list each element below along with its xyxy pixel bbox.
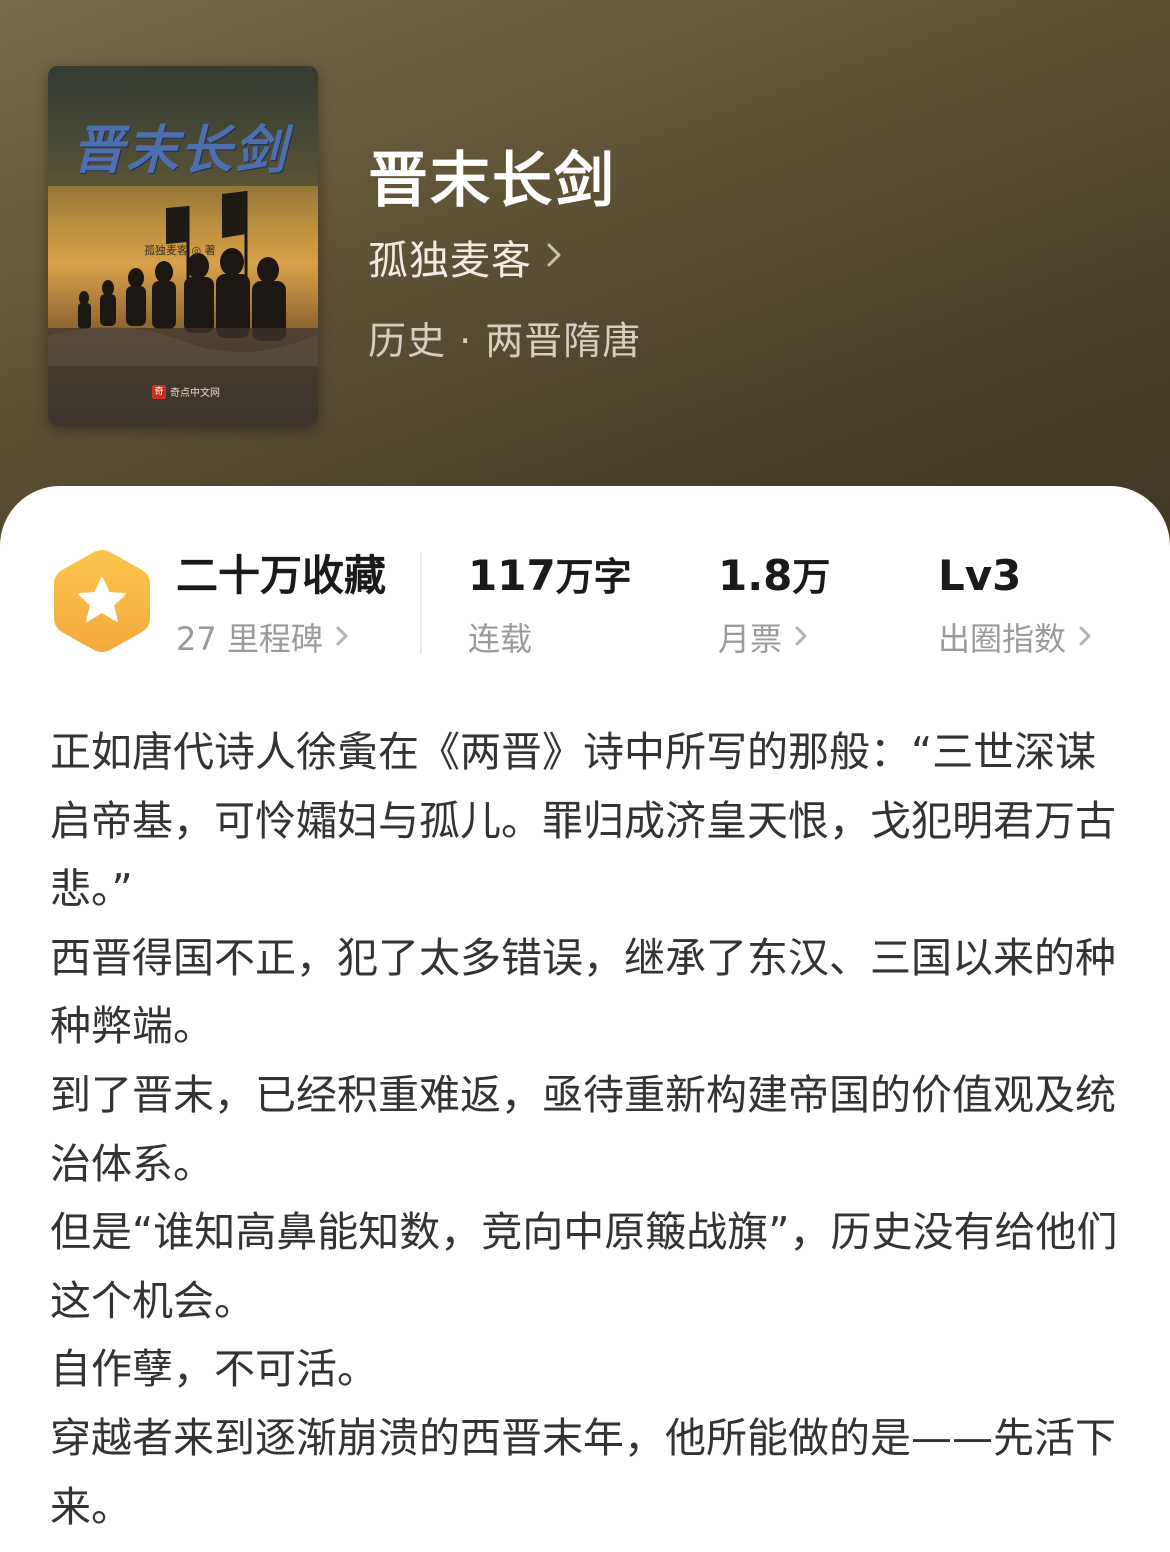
stat-words-value: 117万字: [468, 548, 632, 604]
chevron-right-icon: [335, 618, 349, 656]
author-link[interactable]: 孤独麦客: [368, 228, 562, 286]
stats-row: 二十万收藏 27 里程碑 117万字 连载 1.8万 月票 Lv3 出圈指数: [0, 486, 1170, 686]
author-name: 孤独麦客: [368, 238, 532, 284]
publisher-logo-icon: 奇: [152, 384, 166, 399]
book-genre[interactable]: 历史 · 两晋隋唐: [368, 310, 641, 365]
stat-words-label-row: 连载: [468, 614, 632, 660]
stat-collection-label: 27 里程碑: [176, 620, 323, 658]
stat-monthly-label-row: 月票: [718, 614, 830, 660]
synopsis-paragraph: 穿越者来到逐渐崩溃的西晋末年，他所能做的是——先活下来。: [50, 1413, 1116, 1531]
stat-level-label: 出圈指数: [938, 620, 1067, 658]
stat-level[interactable]: Lv3 出圈指数: [938, 548, 1092, 660]
stat-monthly-label: 月票: [718, 620, 783, 658]
cover-title: 晋末长剑: [72, 120, 289, 181]
book-title: 晋末长剑: [368, 146, 616, 216]
stat-collection-value: 二十万收藏: [176, 551, 387, 600]
book-cover[interactable]: 晋末长剑 孤独麦客 ◎ 著 奇 奇点中文网: [48, 66, 318, 426]
stat-words-unit: 万字: [555, 555, 632, 599]
star-hexagon-badge-icon[interactable]: [54, 548, 150, 658]
synopsis-paragraph: 到了晋末，已经积重难返，亟待重新构建帝国的价值观及统治体系。: [50, 1070, 1116, 1188]
stat-monthly-value: 1.8万: [718, 548, 830, 604]
book-synopsis: 正如唐代诗人徐夤在《两晋》诗中所写的那般：“三世深谋启帝基，可怜孀妇与孤儿。罪归…: [50, 718, 1130, 1541]
stats-divider: [420, 552, 422, 654]
synopsis-paragraph: 西晋得国不正，犯了太多错误，继承了东汉、三国以来的种种弊端。: [50, 933, 1116, 1051]
synopsis-paragraph: 正如唐代诗人徐夤在《两晋》诗中所写的那般：“三世深谋启帝基，可怜孀妇与孤儿。罪归…: [50, 728, 1116, 914]
stat-collection-label-row: 27 里程碑: [176, 614, 386, 660]
stat-level-value: Lv3: [938, 551, 1022, 600]
stat-words: 117万字 连载: [468, 548, 632, 660]
stat-words-number: 117: [468, 551, 556, 600]
synopsis-paragraph: 但是“谁知高鼻能知数，竞向中原簸战旗”，历史没有给他们这个机会。: [50, 1208, 1118, 1325]
book-info-card: 二十万收藏 27 里程碑 117万字 连载 1.8万 月票 Lv3 出圈指数 正…: [0, 486, 1170, 1552]
stat-monthly-number: 1.8: [718, 551, 793, 600]
chevron-right-icon: [794, 618, 808, 656]
stat-monthly-ticket[interactable]: 1.8万 月票: [718, 548, 830, 660]
book-header: 晋末长剑 孤独麦客 ◎ 著 奇 奇点中文网 晋末长剑 孤独麦客 历史 · 两晋隋…: [0, 0, 1170, 560]
chevron-right-icon: [1078, 618, 1092, 656]
stat-level-label-row: 出圈指数: [938, 614, 1092, 660]
cover-author: 孤独麦客 ◎ 著: [144, 244, 216, 257]
synopsis-paragraph: 自作孽，不可活。: [50, 1345, 378, 1394]
cover-publisher: 奇 奇点中文网: [152, 384, 220, 399]
chevron-right-icon: [546, 241, 562, 273]
stat-monthly-unit: 万: [792, 555, 831, 599]
publisher-name: 奇点中文网: [170, 388, 220, 399]
stat-words-label: 连载: [468, 620, 533, 658]
stat-collection[interactable]: 二十万收藏 27 里程碑: [176, 548, 386, 660]
